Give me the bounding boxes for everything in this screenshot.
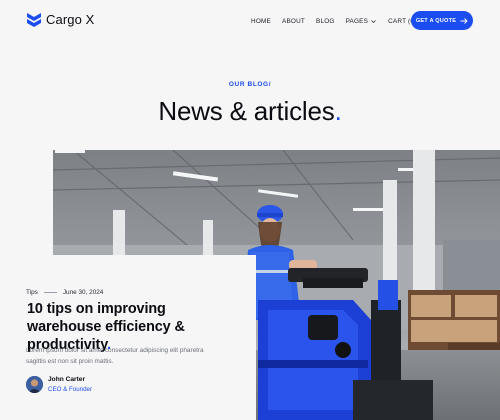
brand-name: Cargo X [46, 12, 95, 27]
nav-pages[interactable]: PAGES [346, 18, 377, 25]
post-category[interactable]: Tips [26, 289, 38, 296]
nav-home[interactable]: HOME [251, 18, 271, 25]
post-meta: Tips June 30, 2024 [26, 289, 103, 296]
author-role: CEO & Founder [48, 386, 93, 393]
page-title-dot: . [334, 96, 342, 126]
author-info: John Carter CEO & Founder [48, 375, 92, 394]
chevron-stack-logo-icon [27, 11, 41, 28]
post-author: John Carter CEO & Founder [26, 375, 92, 394]
avatar [26, 376, 43, 393]
post-excerpt: Lorem ipsum dolor sit amet consectetur a… [26, 347, 204, 365]
post-date: June 30, 2024 [62, 289, 104, 296]
page-title-text: News & articles [158, 96, 335, 126]
nav-about[interactable]: ABOUT [282, 18, 305, 25]
arrow-right-icon [460, 17, 468, 24]
main-nav: HOME ABOUT BLOG PAGES CART (0) [251, 15, 416, 27]
meta-divider [43, 292, 57, 293]
chevron-down-icon [371, 19, 376, 24]
brand-logo[interactable]: Cargo X [27, 11, 94, 28]
section-eyebrow: OUR BLOG/ [228, 81, 272, 88]
page-title: News & articles. [0, 96, 500, 127]
nav-pages-label: PAGES [345, 17, 369, 25]
author-name: John Carter [48, 376, 86, 383]
get-a-quote-label: GET A QUOTE [415, 17, 457, 24]
get-a-quote-button[interactable]: GET A QUOTE [411, 11, 473, 30]
nav-blog[interactable]: BLOG [316, 18, 335, 25]
